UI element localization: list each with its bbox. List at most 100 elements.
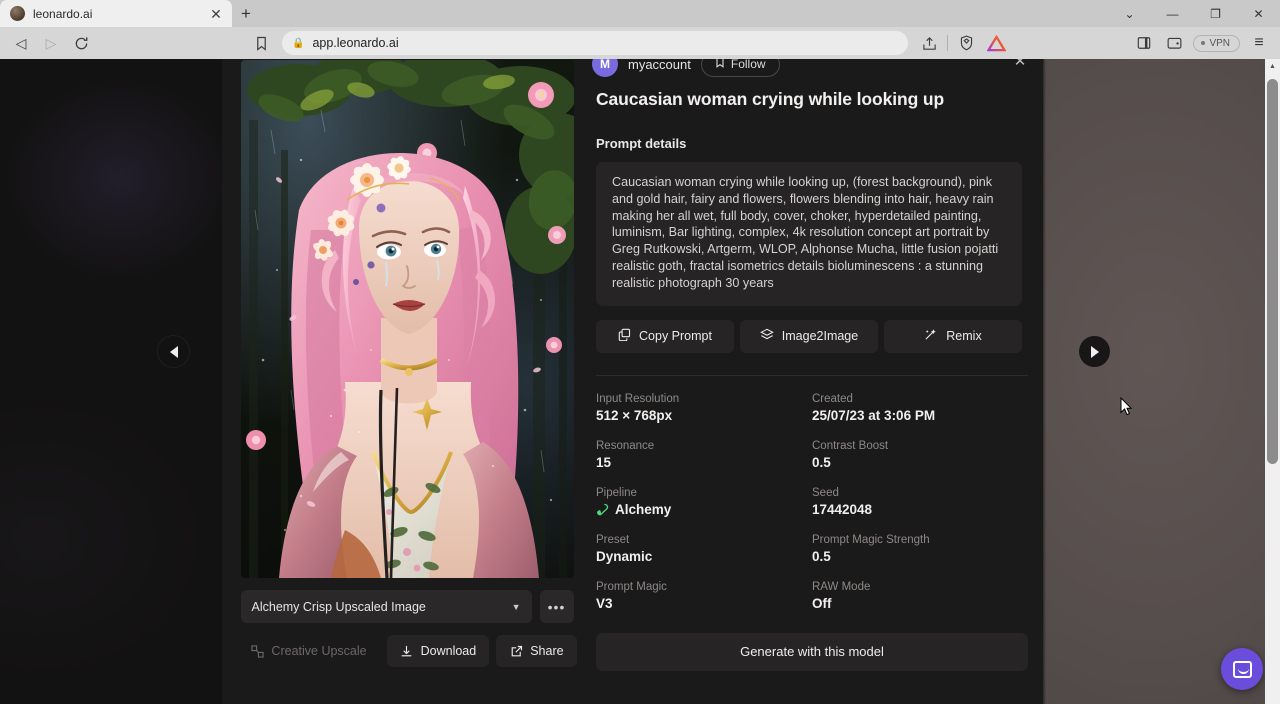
page-title: Caucasian woman crying while looking up (596, 89, 1043, 110)
creative-upscale-button: Creative Upscale (237, 635, 379, 667)
minimize-button[interactable]: — (1151, 0, 1194, 27)
download-label: Download (421, 644, 477, 658)
image-variant-select[interactable]: Alchemy Crisp Upscaled Image ▼ (241, 590, 532, 623)
address-bar[interactable]: 🔒 app.leonardo.ai (282, 31, 908, 55)
share-icon[interactable] (914, 30, 944, 56)
metadata-item: Prompt Magic V3 (596, 581, 812, 611)
lock-icon: 🔒 (292, 38, 304, 49)
metadata-item: RAW Mode Off (812, 581, 1028, 611)
image-detail-modal: Alchemy Crisp Upscaled Image ▼ ••• (222, 59, 1043, 704)
vpn-label: VPN (1209, 38, 1230, 49)
metadata-item: Input Resolution 512 × 768px (596, 393, 812, 423)
tab-search-icon[interactable]: ⌄ (1108, 0, 1151, 27)
toolbar-divider (947, 35, 948, 51)
vpn-status-dot (1201, 41, 1205, 45)
scroll-up-arrow-icon[interactable]: ▲ (1265, 59, 1280, 74)
close-window-button[interactable]: ✕ (1237, 0, 1280, 27)
copy-prompt-button[interactable]: Copy Prompt (596, 320, 734, 353)
metadata-value-pipeline: Alchemy (596, 502, 812, 517)
generate-with-model-button[interactable]: Generate with this model (596, 633, 1028, 671)
back-icon[interactable]: ◁ (6, 30, 36, 56)
metadata-grid: Input Resolution 512 × 768px Created 25/… (596, 393, 1028, 611)
metadata-key: Preset (596, 534, 812, 546)
follow-button[interactable]: Follow (701, 59, 780, 77)
modal-details-column: M myaccount Follow ✕ Caucasian woman cry… (592, 59, 1043, 704)
reload-icon[interactable] (66, 30, 96, 56)
previous-image-button[interactable] (158, 336, 189, 367)
close-tab-icon[interactable]: ✕ (208, 6, 224, 22)
toolbar-right-icons: VPN ≡ (914, 30, 1274, 56)
metadata-key: RAW Mode (812, 581, 1028, 593)
browser-toolbar: ◁ ▷ 🔒 app.leonardo.ai (0, 27, 1280, 59)
browser-tab[interactable]: leonardo.ai ✕ (0, 0, 232, 27)
more-options-button[interactable]: ••• (540, 590, 574, 623)
metadata-value: 0.5 (812, 455, 1028, 470)
metadata-key: Input Resolution (596, 393, 812, 405)
metadata-value: 15 (596, 455, 812, 470)
metadata-key: Prompt Magic (596, 581, 812, 593)
close-modal-button[interactable]: ✕ (1009, 59, 1031, 72)
chat-bubble-icon (1233, 661, 1252, 678)
scrollbar-thumb[interactable] (1267, 79, 1278, 464)
metadata-value: 0.5 (812, 549, 1028, 564)
wallet-icon[interactable] (1159, 30, 1189, 56)
image2image-label: Image2Image (782, 329, 858, 343)
metadata-key: Pipeline (596, 487, 812, 499)
forward-icon: ▷ (36, 30, 66, 56)
download-button[interactable]: Download (387, 635, 490, 667)
share-button[interactable]: Share (496, 635, 576, 667)
metadata-item: Preset Dynamic (596, 534, 812, 564)
author-name[interactable]: myaccount (628, 59, 691, 72)
bookmark-icon[interactable] (246, 30, 276, 56)
metadata-value: V3 (596, 596, 812, 611)
metadata-key: Contrast Boost (812, 440, 1028, 452)
image-variant-value: Alchemy Crisp Upscaled Image (252, 600, 426, 614)
author-bar: M myaccount Follow (592, 59, 1043, 79)
triangle-icon[interactable] (981, 30, 1011, 56)
prompt-text: Caucasian woman crying while looking up,… (612, 174, 1006, 292)
metadata-key: Created (812, 393, 1028, 405)
maximize-button[interactable]: ❐ (1194, 0, 1237, 27)
metadata-value: 512 × 768px (596, 408, 812, 423)
generated-image-art (241, 60, 574, 578)
prompt-details-label: Prompt details (596, 136, 1043, 151)
image-variant-controls: Alchemy Crisp Upscaled Image ▼ ••• (241, 590, 574, 623)
new-tab-button[interactable]: + (232, 1, 260, 27)
modal-backdrop-left[interactable] (0, 59, 222, 704)
prompt-box[interactable]: Caucasian woman crying while looking up,… (596, 162, 1022, 306)
copy-icon (618, 328, 631, 344)
copy-prompt-label: Copy Prompt (639, 329, 712, 343)
remix-label: Remix (946, 329, 981, 343)
shield-icon[interactable] (951, 30, 981, 56)
metadata-item: Created 25/07/23 at 3:06 PM (812, 393, 1028, 423)
chevron-down-icon: ▼ (512, 602, 521, 612)
tab-strip: leonardo.ai ✕ + ⌄ — ❐ ✕ (0, 0, 1280, 27)
sidebar-icon[interactable] (1129, 30, 1159, 56)
next-image-button[interactable] (1079, 336, 1110, 367)
pipeline-label: Alchemy (615, 502, 671, 517)
wand-icon (924, 328, 938, 344)
vpn-button[interactable]: VPN (1193, 35, 1240, 52)
chevron-left-icon (170, 346, 178, 358)
remix-button[interactable]: Remix (884, 320, 1022, 353)
metadata-item: Contrast Boost 0.5 (812, 440, 1028, 470)
chat-bubble-button[interactable] (1221, 648, 1263, 690)
avatar[interactable]: M (592, 59, 618, 77)
modal-image-column: Alchemy Crisp Upscaled Image ▼ ••• (222, 59, 592, 704)
creative-upscale-label: Creative Upscale (271, 644, 366, 658)
browser-window: leonardo.ai ✕ + ⌄ — ❐ ✕ ◁ ▷ 🔒 app.leonar… (0, 0, 1280, 704)
layers-icon (760, 328, 774, 344)
page-scrollbar[interactable]: ▲ (1265, 59, 1280, 704)
metadata-value: 17442048 (812, 502, 1028, 517)
modal-backdrop-right[interactable] (1043, 59, 1280, 704)
image2image-button[interactable]: Image2Image (740, 320, 878, 353)
metadata-key: Prompt Magic Strength (812, 534, 1028, 546)
section-divider (596, 375, 1028, 376)
generated-image[interactable] (241, 60, 574, 578)
metadata-key: Seed (812, 487, 1028, 499)
browser-menu-icon[interactable]: ≡ (1244, 30, 1274, 56)
share-out-icon (509, 644, 523, 658)
window-controls: ⌄ — ❐ ✕ (1108, 0, 1280, 27)
metadata-item: Resonance 15 (596, 440, 812, 470)
follow-label: Follow (731, 59, 766, 71)
